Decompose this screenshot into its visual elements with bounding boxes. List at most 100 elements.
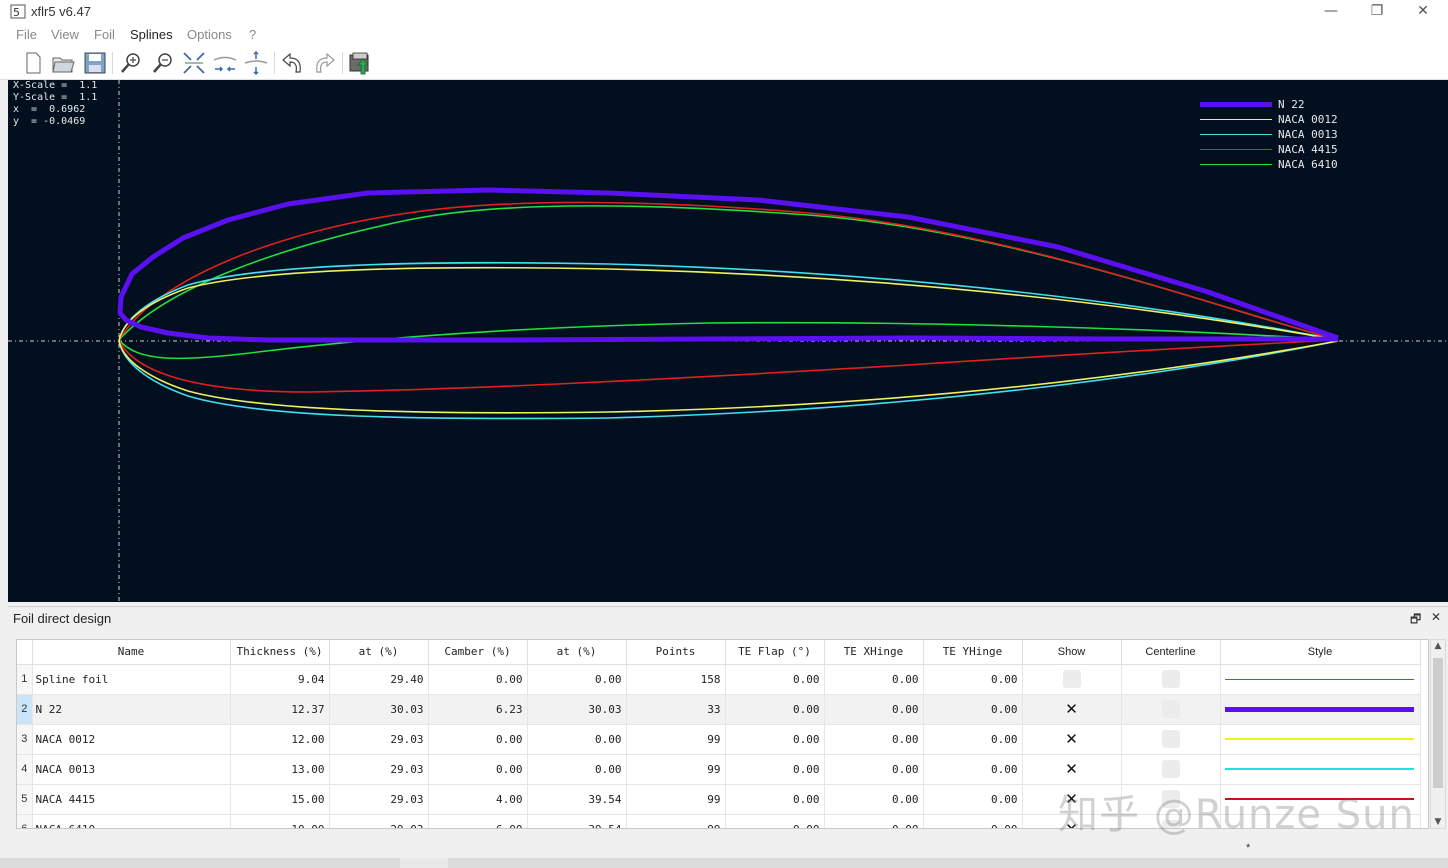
header-centerline[interactable]: Centerline	[1121, 640, 1221, 665]
redo-icon[interactable]	[311, 50, 337, 76]
cell-te-xhinge[interactable]: 0.00	[824, 694, 924, 725]
centerline-checkbox[interactable]	[1161, 670, 1180, 688]
cell-te-yhinge[interactable]: 0.00	[923, 694, 1023, 725]
row-number[interactable]: 5	[17, 784, 33, 815]
cell-points[interactable]: 99	[626, 814, 726, 828]
cell-te-flap[interactable]: 0.00	[725, 724, 825, 755]
row-number[interactable]: 4	[17, 754, 33, 785]
cell-name[interactable]: Spline foil	[32, 664, 231, 695]
cell-name[interactable]: NACA 0012	[32, 724, 231, 755]
cell-te-xhinge[interactable]: 0.00	[824, 754, 924, 785]
cell-te-flap[interactable]: 0.00	[725, 784, 825, 815]
show-checkbox[interactable]: ✕	[1063, 760, 1081, 778]
cell-thickness[interactable]: 13.00	[230, 754, 330, 785]
header-name[interactable]: Name	[32, 640, 231, 665]
zoom-out-icon[interactable]	[150, 50, 176, 76]
header-show[interactable]: Show	[1022, 640, 1122, 665]
cell-thickness-at[interactable]: 29.40	[329, 664, 429, 695]
reset-y-scale-icon[interactable]	[243, 50, 269, 76]
scrollbar-thumb[interactable]	[1433, 658, 1443, 788]
cell-te-flap[interactable]: 0.00	[725, 664, 825, 695]
cell-name[interactable]: N 22	[32, 694, 231, 725]
cell-points[interactable]: 33	[626, 694, 726, 725]
cell-thickness-at[interactable]: 30.03	[329, 694, 429, 725]
cell-thickness-at[interactable]: 29.03	[329, 784, 429, 815]
cell-thickness[interactable]: 12.37	[230, 694, 330, 725]
cell-style[interactable]	[1220, 694, 1421, 725]
new-file-icon[interactable]	[20, 50, 46, 76]
table-row[interactable]: 4 NACA 0013 13.00 29.03 0.00 0.00 99 0.00 0.00 0.…	[17, 754, 1421, 785]
header-te-xhinge[interactable]: TE XHinge	[824, 640, 924, 665]
show-checkbox[interactable]: ✕	[1063, 730, 1081, 748]
cell-thickness-at[interactable]: 29.03	[329, 814, 429, 828]
header-points[interactable]: Points	[626, 640, 726, 665]
centerline-checkbox[interactable]	[1161, 760, 1180, 778]
reset-x-scale-icon[interactable]	[212, 50, 238, 76]
row-number[interactable]: 3	[17, 724, 33, 755]
cell-te-yhinge[interactable]: 0.00	[923, 664, 1023, 695]
cell-te-yhinge[interactable]: 0.00	[923, 784, 1023, 815]
header-thickness-at[interactable]: at (%)	[329, 640, 429, 665]
header-te-flap[interactable]: TE Flap (°)	[725, 640, 825, 665]
row-number[interactable]: 1	[17, 664, 33, 695]
centerline-checkbox[interactable]	[1161, 730, 1180, 748]
cell-te-flap[interactable]: 0.00	[725, 814, 825, 828]
row-number[interactable]: 2	[17, 694, 33, 725]
cell-points[interactable]: 99	[626, 754, 726, 785]
header-te-yhinge[interactable]: TE YHinge	[923, 640, 1023, 665]
cell-camber-at[interactable]: 0.00	[527, 724, 627, 755]
cell-camber-at[interactable]: 30.03	[527, 694, 627, 725]
cell-style[interactable]	[1220, 724, 1421, 755]
cell-te-yhinge[interactable]: 0.00	[923, 814, 1023, 828]
cell-te-flap[interactable]: 0.00	[725, 694, 825, 725]
centerline-checkbox[interactable]	[1161, 700, 1180, 718]
cell-name[interactable]: NACA 4415	[32, 784, 231, 815]
cell-thickness-at[interactable]: 29.03	[329, 754, 429, 785]
restore-button[interactable]: ❐	[1354, 0, 1400, 24]
cell-camber[interactable]: 0.00	[428, 664, 528, 695]
cell-te-xhinge[interactable]: 0.00	[824, 784, 924, 815]
cell-camber[interactable]: 6.23	[428, 694, 528, 725]
cell-style[interactable]	[1220, 664, 1421, 695]
cell-camber-at[interactable]: 0.00	[527, 664, 627, 695]
row-number[interactable]: 6	[17, 814, 33, 828]
show-checkbox[interactable]: ✕	[1063, 700, 1081, 718]
cell-te-yhinge[interactable]: 0.00	[923, 754, 1023, 785]
scroll-down-arrow-icon[interactable]: ▼	[1431, 817, 1445, 827]
header-thickness[interactable]: Thickness (%)	[230, 640, 330, 665]
table-row[interactable]: 3 NACA 0012 12.00 29.03 0.00 0.00 99 0.00 0.00 0.…	[17, 724, 1421, 755]
table-vertical-scrollbar[interactable]: ▲ ▼	[1430, 639, 1446, 829]
minimize-button[interactable]: —	[1308, 0, 1354, 24]
menu-options[interactable]: Options	[187, 27, 232, 42]
cell-camber[interactable]: 6.00	[428, 814, 528, 828]
menu-splines[interactable]: Splines	[130, 27, 173, 42]
cell-name[interactable]: NACA 6410	[32, 814, 231, 828]
menu-view[interactable]: View	[51, 27, 79, 42]
undo-icon[interactable]	[280, 50, 306, 76]
show-checkbox[interactable]	[1062, 670, 1081, 688]
save-icon[interactable]	[82, 50, 108, 76]
header-camber-at[interactable]: at (%)	[527, 640, 627, 665]
cell-points[interactable]: 99	[626, 724, 726, 755]
cell-name[interactable]: NACA 0013	[32, 754, 231, 785]
cell-te-yhinge[interactable]: 0.00	[923, 724, 1023, 755]
menu-help[interactable]: ?	[249, 27, 256, 42]
cell-te-xhinge[interactable]: 0.00	[824, 814, 924, 828]
menu-foil[interactable]: Foil	[94, 27, 115, 42]
cell-camber[interactable]: 0.00	[428, 754, 528, 785]
cell-te-xhinge[interactable]: 0.00	[824, 664, 924, 695]
panel-float-button[interactable]: 🗗	[1410, 610, 1421, 631]
cell-style[interactable]	[1220, 754, 1421, 785]
cell-camber-at[interactable]: 39.54	[527, 784, 627, 815]
header-camber[interactable]: Camber (%)	[428, 640, 528, 665]
scroll-up-arrow-icon[interactable]: ▲	[1431, 641, 1445, 651]
cell-thickness[interactable]: 9.04	[230, 664, 330, 695]
panel-close-button[interactable]: ✕	[1431, 610, 1441, 624]
cell-points[interactable]: 158	[626, 664, 726, 695]
header-style[interactable]: Style	[1220, 640, 1421, 665]
close-button[interactable]: ✕	[1400, 0, 1446, 24]
cell-thickness[interactable]: 12.00	[230, 724, 330, 755]
open-folder-icon[interactable]	[50, 50, 76, 76]
table-row[interactable]: 1 Spline foil 9.04 29.40 0.00 0.00 158 0.00 0.00…	[17, 664, 1421, 695]
table-row[interactable]: 2N 22 12.37 30.03 6.23 30.03 33 0.00 0.00 0.00 ✕	[17, 694, 1421, 725]
